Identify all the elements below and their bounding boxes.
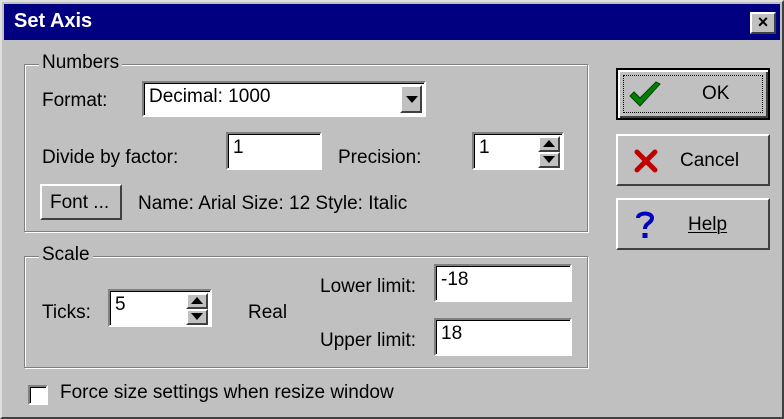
upper-limit-input[interactable]: 18 xyxy=(434,318,572,356)
force-size-checkbox[interactable] xyxy=(28,385,48,405)
precision-spinbox[interactable]: 1 xyxy=(472,132,564,170)
precision-up-button[interactable] xyxy=(538,136,560,152)
ticks-label: Ticks: xyxy=(42,302,91,323)
arrow-down-icon xyxy=(191,313,203,320)
scale-group-legend: Scale xyxy=(39,244,93,266)
ok-button-label: OK xyxy=(702,83,730,104)
close-x-icon xyxy=(634,149,658,173)
lower-limit-input[interactable]: -18 xyxy=(434,264,572,302)
ok-button[interactable]: OK xyxy=(616,68,770,120)
ticks-spinbox[interactable]: 5 xyxy=(108,289,212,327)
format-dropdown-button[interactable] xyxy=(400,85,422,113)
precision-label: Precision: xyxy=(338,147,422,168)
lower-limit-label: Lower limit: xyxy=(320,276,417,297)
force-size-label[interactable]: Force size settings when resize window xyxy=(60,382,394,404)
arrow-down-icon xyxy=(543,156,555,163)
ticks-down-button[interactable] xyxy=(186,309,208,325)
title-bar[interactable]: Set Axis × xyxy=(4,4,780,40)
ticks-value: 5 xyxy=(115,294,126,315)
checkmark-icon xyxy=(629,81,661,107)
ticks-spinner[interactable] xyxy=(186,293,208,325)
font-button[interactable]: Font ... xyxy=(40,184,122,220)
precision-down-button[interactable] xyxy=(538,152,560,168)
close-icon: × xyxy=(757,12,769,32)
font-info-text: Name: Arial Size: 12 Style: Italic xyxy=(138,193,408,214)
help-button[interactable]: Help xyxy=(616,198,770,250)
window-title: Set Axis xyxy=(14,10,93,32)
upper-limit-value: 18 xyxy=(441,323,463,344)
arrow-up-icon xyxy=(191,297,203,304)
divide-by-factor-label: Divide by factor: xyxy=(42,147,179,168)
set-axis-dialog: Set Axis × Numbers Format: Decimal: 1000… xyxy=(0,0,784,419)
numbers-group-legend: Numbers xyxy=(39,52,123,74)
upper-limit-label: Upper limit: xyxy=(320,330,417,351)
lower-limit-value: -18 xyxy=(441,269,469,290)
chevron-down-icon xyxy=(406,96,418,103)
font-button-label: Font ... xyxy=(50,192,110,213)
cancel-button-label: Cancel xyxy=(680,150,740,171)
real-label: Real xyxy=(248,302,288,323)
format-dropdown[interactable]: Decimal: 1000 xyxy=(142,81,426,117)
format-label: Format: xyxy=(42,90,108,111)
help-button-label: Help xyxy=(688,214,728,235)
arrow-up-icon xyxy=(543,140,555,147)
cancel-button[interactable]: Cancel xyxy=(616,134,770,186)
precision-value: 1 xyxy=(479,137,490,158)
ticks-up-button[interactable] xyxy=(186,293,208,309)
divide-by-factor-input[interactable]: 1 xyxy=(226,132,322,170)
format-dropdown-value: Decimal: 1000 xyxy=(149,86,271,107)
divide-by-factor-value: 1 xyxy=(233,137,244,158)
close-button[interactable]: × xyxy=(750,12,776,34)
precision-spinner[interactable] xyxy=(538,136,560,168)
help-icon xyxy=(636,211,655,238)
